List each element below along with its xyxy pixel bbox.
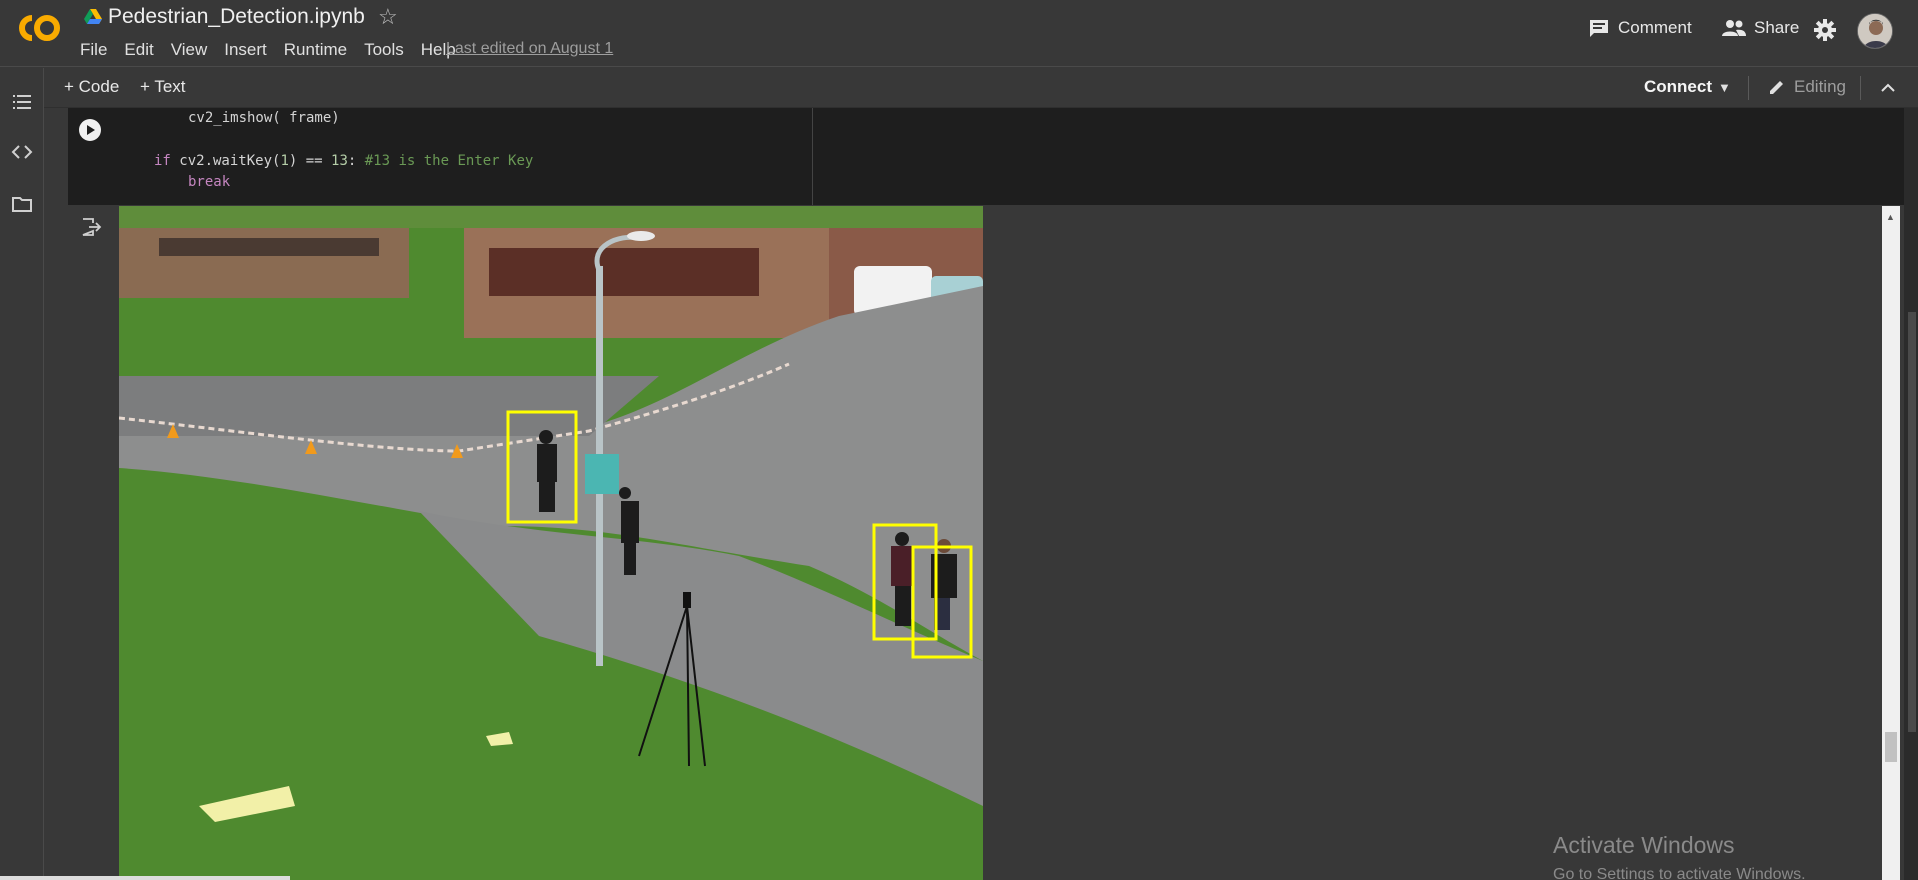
bottom-strip: [0, 876, 290, 880]
star-icon[interactable]: ☆: [378, 4, 398, 30]
pencil-icon: [1770, 81, 1783, 94]
gear-icon[interactable]: [1813, 18, 1837, 42]
toolbar-divider: [1748, 76, 1749, 100]
code-cell[interactable]: cv2_imshow( frame) if cv2.waitKey(1) == …: [68, 108, 1904, 205]
menu-insert[interactable]: Insert: [224, 38, 276, 62]
code-text: cv2.waitKey(: [170, 153, 281, 169]
editing-label: Editing: [1794, 77, 1846, 96]
output-icon[interactable]: [80, 216, 102, 238]
activate-windows-subtitle: Go to Settings to activate Windows.: [1553, 866, 1806, 880]
code-colon: :: [347, 153, 365, 169]
code-line-3: break: [188, 174, 231, 190]
share-button[interactable]: Share: [1722, 18, 1799, 38]
colab-window: Pedestrian_Detection.ipynb ☆ File Edit V…: [0, 0, 1918, 880]
comment-button[interactable]: Comment: [1588, 18, 1692, 38]
toolbar-divider-2: [1860, 76, 1861, 100]
code-number: 1: [280, 153, 289, 169]
collapse-icon[interactable]: [1878, 78, 1898, 98]
activate-windows-title: Activate Windows: [1553, 832, 1735, 858]
code-editor[interactable]: cv2_imshow( frame) if cv2.waitKey(1) == …: [68, 108, 813, 205]
code-line-2: if cv2.waitKey(1) == 13: #13 is the Ente…: [154, 153, 533, 169]
menu-bar: File Edit View Insert Runtime Tools Help: [80, 38, 473, 62]
add-text-button[interactable]: + Text: [140, 77, 186, 97]
code-comment: #13 is the Enter Key: [364, 153, 534, 169]
menu-edit[interactable]: Edit: [124, 38, 162, 62]
menu-view[interactable]: View: [171, 38, 217, 62]
output-scrollbar[interactable]: [1882, 206, 1900, 880]
share-icon: [1722, 20, 1746, 36]
menu-runtime[interactable]: Runtime: [284, 38, 356, 62]
table-of-contents-icon[interactable]: [10, 90, 34, 114]
drive-icon: [84, 9, 102, 24]
add-code-button[interactable]: + Code: [64, 77, 119, 97]
comment-label: Comment: [1618, 18, 1692, 37]
code-keyword: if: [154, 153, 171, 169]
code-snippets-icon[interactable]: [10, 140, 34, 164]
code-number-2: 13: [331, 153, 348, 169]
header-bar: Pedestrian_Detection.ipynb ☆ File Edit V…: [0, 0, 1918, 67]
run-cell-icon[interactable]: [78, 118, 102, 142]
menu-file[interactable]: File: [80, 38, 116, 62]
editing-button[interactable]: Editing: [1768, 77, 1846, 97]
code-line-1: cv2_imshow( frame): [188, 110, 340, 126]
connect-button[interactable]: Connect: [1644, 77, 1712, 97]
notebook-toolbar: + Code + Text Connect ▼ Editing: [44, 68, 1918, 108]
code-text-2: ) ==: [288, 153, 332, 169]
output-scroll-thumb[interactable]: [1885, 732, 1897, 762]
menu-tools[interactable]: Tools: [364, 38, 413, 62]
notebook-scroll-thumb[interactable]: [1908, 312, 1916, 732]
scroll-up-arrow[interactable]: ▲: [1886, 212, 1895, 222]
share-label: Share: [1754, 18, 1800, 37]
output-video-frame: [119, 206, 983, 880]
colab-logo[interactable]: [14, 10, 66, 46]
left-rail: [0, 68, 44, 880]
last-edited-link[interactable]: Last edited on August 1: [446, 40, 613, 58]
comment-icon: [1590, 20, 1608, 37]
pedestrian-detection-frame: [119, 206, 983, 880]
chevron-down-icon[interactable]: ▼: [1718, 80, 1731, 95]
avatar[interactable]: [1857, 13, 1893, 49]
files-icon[interactable]: [10, 192, 34, 216]
notebook-title[interactable]: Pedestrian_Detection.ipynb: [108, 5, 365, 29]
